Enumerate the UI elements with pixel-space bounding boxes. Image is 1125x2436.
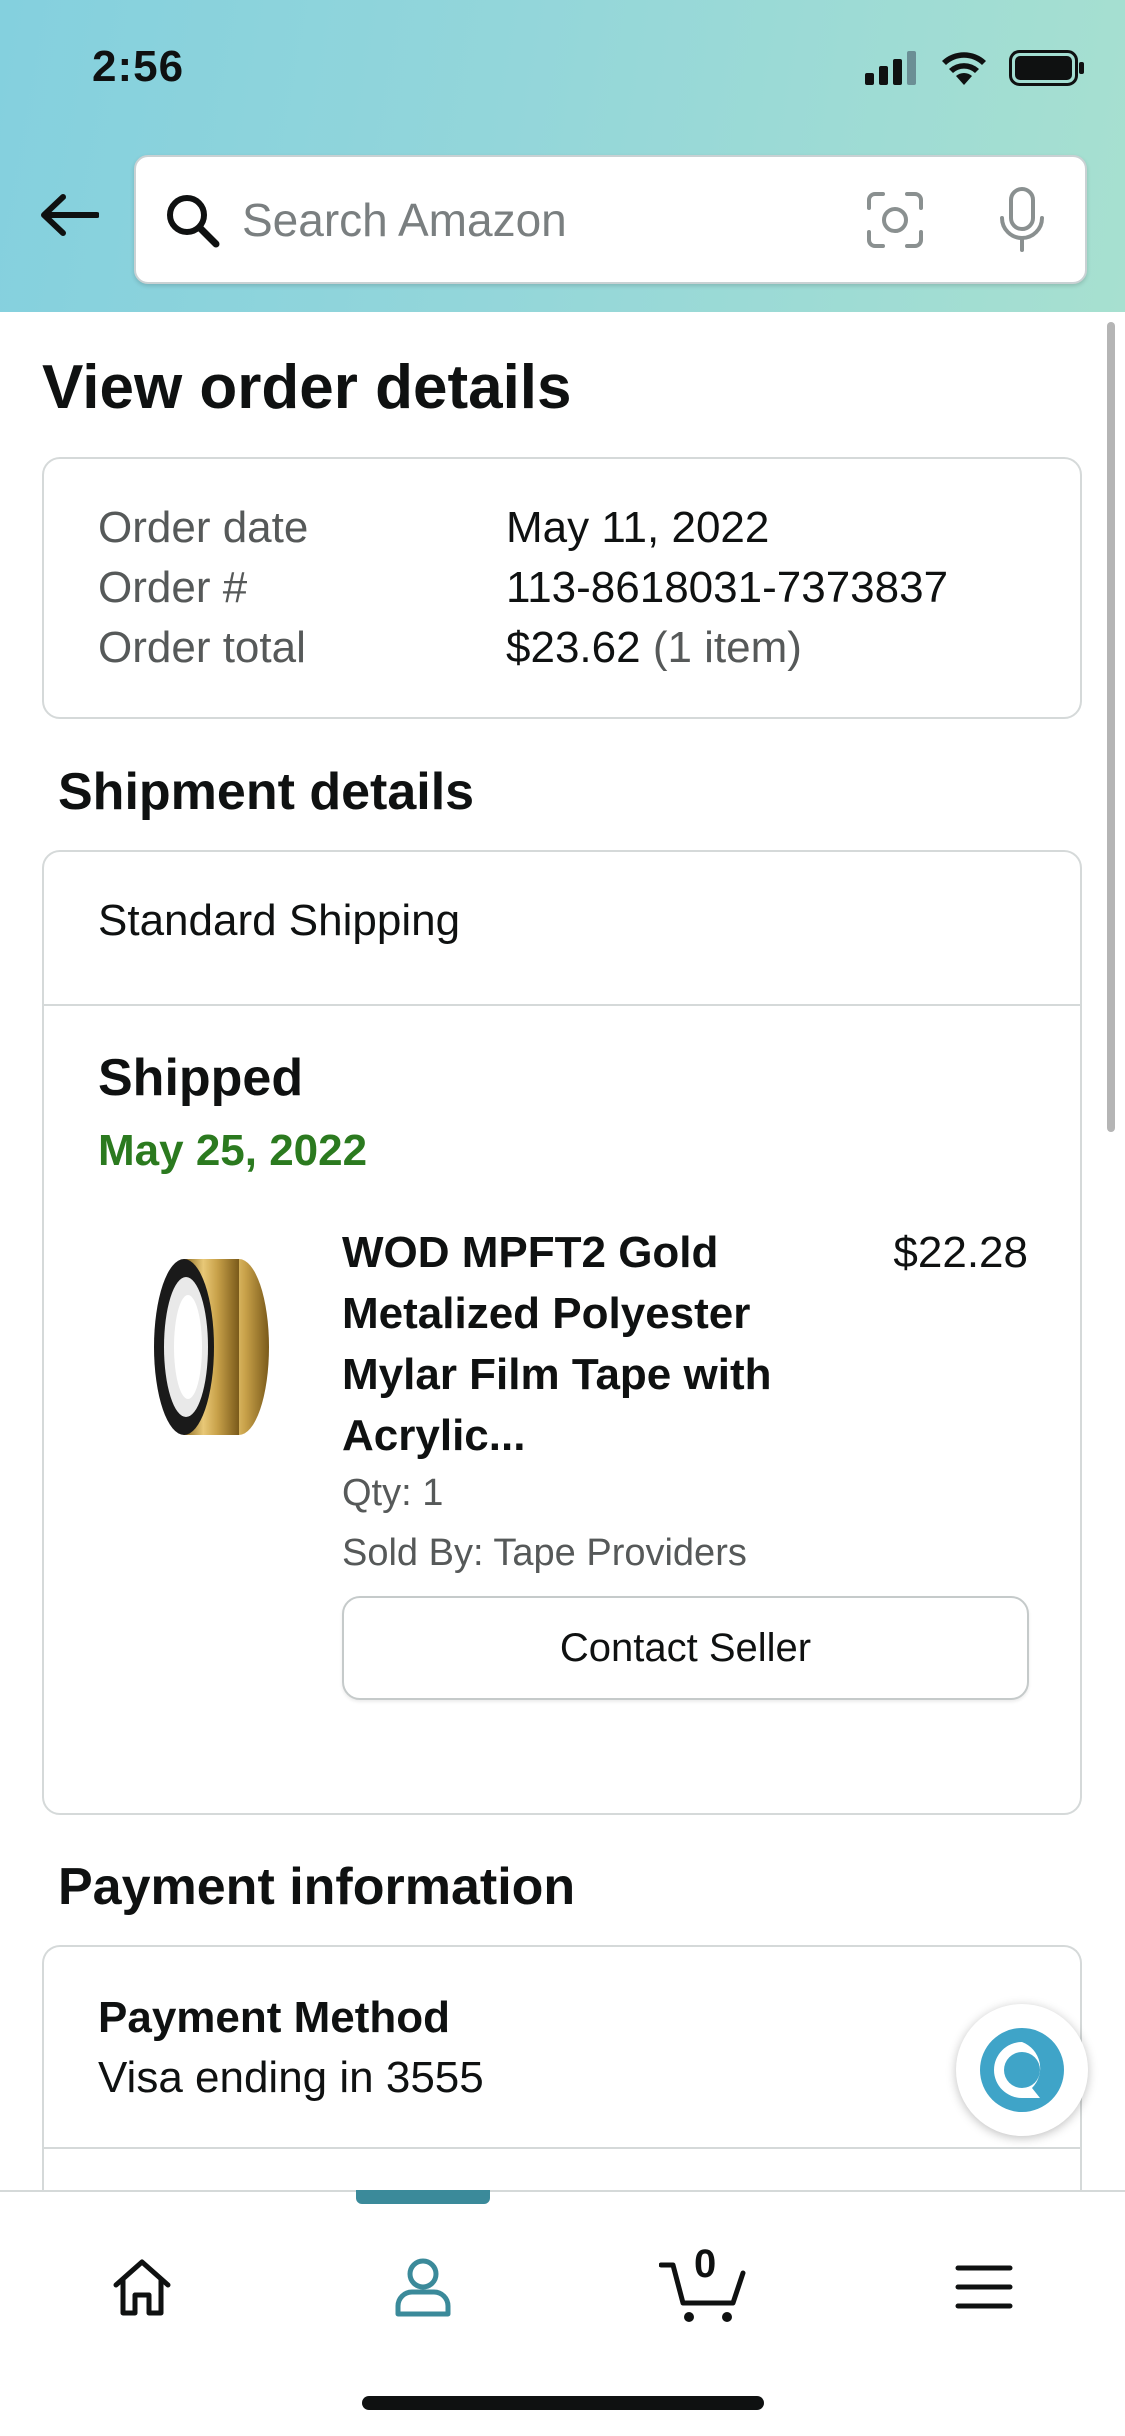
payment-section-title: Payment information bbox=[58, 1858, 576, 1916]
search-icon bbox=[164, 192, 220, 248]
alexa-icon bbox=[980, 2028, 1064, 2112]
page-title: View order details bbox=[42, 353, 572, 422]
home-icon bbox=[113, 2259, 171, 2316]
order-total-label: Order total bbox=[98, 623, 306, 672]
nav-cart[interactable]: 0 bbox=[644, 2232, 764, 2342]
order-number-label: Order # bbox=[98, 563, 248, 612]
nav-home[interactable] bbox=[82, 2232, 202, 2342]
status-icons bbox=[865, 50, 1085, 86]
microphone-icon[interactable] bbox=[997, 185, 1047, 255]
nav-menu[interactable] bbox=[924, 2232, 1044, 2342]
app-header: 2:56 bbox=[0, 0, 1125, 312]
menu-icon bbox=[955, 2265, 1013, 2309]
wifi-icon bbox=[942, 52, 986, 85]
sold-by: Sold By: Tape Providers bbox=[342, 1532, 747, 1574]
shipment-card: Standard Shipping Shipped May 25, 2022 W… bbox=[42, 850, 1082, 1815]
divider bbox=[44, 2147, 1080, 2149]
shipment-date: May 25, 2022 bbox=[98, 1126, 368, 1175]
order-date-label: Order date bbox=[98, 503, 309, 552]
alexa-button[interactable] bbox=[956, 2004, 1088, 2136]
payment-method-label: Payment Method bbox=[98, 1993, 451, 2042]
cellular-signal-icon bbox=[865, 51, 916, 85]
back-arrow-icon bbox=[41, 194, 99, 236]
order-item-count: (1 item) bbox=[652, 623, 802, 672]
battery-icon bbox=[1009, 50, 1084, 86]
shipment-status: Shipped bbox=[98, 1049, 304, 1107]
contact-seller-button[interactable]: Contact Seller bbox=[342, 1596, 1029, 1700]
camera-lens-icon[interactable] bbox=[863, 188, 927, 252]
status-time: 2:56 bbox=[92, 42, 185, 91]
scrollbar[interactable] bbox=[1107, 322, 1115, 1132]
order-date-value: May 11, 2022 bbox=[506, 503, 770, 552]
payment-method-value: Visa ending in 3555 bbox=[98, 2053, 484, 2102]
search-bar[interactable] bbox=[134, 155, 1087, 284]
active-tab-indicator bbox=[356, 2190, 490, 2204]
order-total-value: $23.62 (1 item) bbox=[506, 623, 802, 673]
account-icon bbox=[395, 2258, 451, 2317]
order-summary-card: Order date May 11, 2022 Order # 113-8618… bbox=[42, 457, 1082, 719]
divider bbox=[44, 1004, 1080, 1006]
cart-count: 0 bbox=[694, 2242, 717, 2286]
product-price: $22.28 bbox=[893, 1228, 1028, 1277]
product-image[interactable] bbox=[144, 1252, 294, 1442]
payment-card: Payment Method Visa ending in 3555 bbox=[42, 1945, 1082, 2205]
product-title[interactable]: WOD MPFT2 Gold Metalized Polyester Mylar… bbox=[342, 1222, 802, 1466]
search-input[interactable] bbox=[242, 192, 863, 247]
shipment-section-title: Shipment details bbox=[58, 763, 475, 821]
shipping-method: Standard Shipping bbox=[98, 896, 461, 945]
back-button[interactable] bbox=[34, 180, 104, 250]
nav-account[interactable] bbox=[363, 2232, 483, 2342]
product-quantity: Qty: 1 bbox=[342, 1472, 444, 1514]
order-total-amount: $23.62 bbox=[506, 623, 641, 672]
home-indicator[interactable] bbox=[362, 2396, 764, 2410]
order-number-value: 113-8618031-7373837 bbox=[506, 563, 949, 612]
